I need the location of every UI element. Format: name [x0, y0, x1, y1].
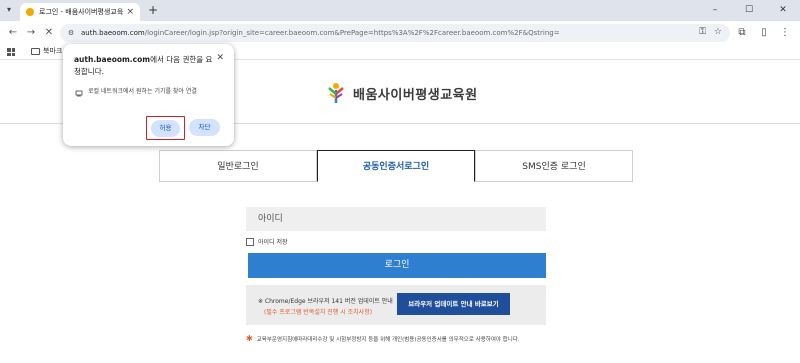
popup-description: 로컬 네트워크에서 원하는 기기를 찾아 연결 — [88, 88, 197, 95]
login-button[interactable]: 로그인 — [248, 253, 546, 278]
site-favicon-icon — [26, 8, 34, 16]
footnote-text: 교육부운영지침에따라대리수강 및 시험부정방지 등을 위해 개인(범용)공동인증… — [256, 336, 520, 343]
tab-strip: ▾ 로그인 - 배움사이버평생교육원 × + – ☐ ✕ — [0, 0, 800, 21]
tab-certificate-login[interactable]: 공동인증서로그인 — [317, 150, 475, 182]
bookmark-folder-label: 북마크 — [43, 47, 63, 55]
logo-mark-icon — [328, 83, 344, 103]
browser-tab[interactable]: 로그인 - 배움사이버평생교육원 × — [20, 3, 140, 21]
browser-toolbar: ← → ✕ ⚙ auth.baeoom.com /loginCareer/log… — [0, 21, 800, 44]
tab-search-icon[interactable]: ▾ — [3, 4, 15, 16]
bookmark-star-icon[interactable]: ☆ — [714, 27, 722, 37]
browser-update-button[interactable]: 브라우저 업데이트 안내 바로보기 — [397, 293, 510, 315]
close-window-button[interactable]: ✕ — [766, 0, 800, 21]
site-logo[interactable]: 배움사이버평생교육원 — [325, 82, 478, 104]
browser-notice-box: ※ Chrome/Edge 브라우저 141 버전 업데이트 안내 (필수 프로… — [246, 285, 546, 325]
allow-button[interactable]: 허용 — [146, 116, 185, 140]
tab-general-login[interactable]: 일반로그인 — [159, 150, 317, 182]
bookmark-folder[interactable]: 북마크 — [31, 46, 62, 56]
notice-subtext: (필수 프로그램 반복설치 진행 시 조치사항) — [264, 309, 373, 316]
popup-permission-item: 로컬 네트워크에서 원하는 기기를 찾아 연결 — [75, 87, 225, 97]
tab-sms-login[interactable]: SMS인증 로그인 — [475, 150, 633, 182]
apps-grid-icon[interactable] — [7, 48, 15, 56]
window-controls: – ☐ ✕ — [698, 0, 800, 21]
login-method-tabs: 일반로그인 공동인증서로그인 SMS인증 로그인 — [159, 150, 633, 182]
notice-text: ※ Chrome/Edge 브라우저 141 버전 업데이트 안내 — [258, 298, 393, 305]
id-input[interactable]: 아이디 — [246, 207, 546, 231]
permission-popup: auth.baeoom.com에서 다음 권한을 요청합니다. ✕ 로컬 네트워… — [63, 44, 234, 146]
new-tab-button[interactable]: + — [146, 3, 160, 17]
logo-text: 배움사이버평생교육원 — [353, 87, 478, 103]
extensions-icon[interactable]: ⧉ — [735, 26, 749, 40]
url-host: auth.baeoom.com — [81, 29, 145, 37]
save-id-label: 아이디 저장 — [258, 239, 288, 246]
block-button[interactable]: 차단 — [189, 119, 220, 136]
local-network-device-icon — [75, 90, 83, 97]
address-bar[interactable]: ⚙ auth.baeoom.com /loginCareer/login.jsp… — [60, 24, 730, 42]
password-key-icon[interactable]: ⚿ — [699, 27, 706, 37]
popup-title-host: auth.baeoom.com — [74, 55, 151, 64]
certificate-footnote: ✱ 교육부운영지침에따라대리수강 및 시험부정방지 등을 위해 개인(범용)공동… — [246, 334, 520, 343]
minimize-button[interactable]: – — [698, 0, 732, 21]
back-button[interactable]: ← — [6, 26, 20, 40]
save-id-option[interactable]: 아이디 저장 — [246, 237, 288, 246]
forward-button[interactable]: → — [24, 26, 38, 40]
tab-title: 로그인 - 배움사이버평생교육원 — [39, 8, 124, 16]
menu-icon[interactable]: ⋮ — [778, 26, 792, 40]
sidebar-icon[interactable]: ▯ — [757, 26, 771, 40]
folder-icon — [31, 47, 40, 55]
stop-loading-button[interactable]: ✕ — [42, 26, 56, 40]
site-info-icon[interactable]: ⚙ — [66, 28, 76, 38]
popup-close-icon[interactable]: ✕ — [216, 53, 224, 63]
asterisk-icon: ✱ — [246, 334, 253, 343]
save-id-checkbox[interactable] — [246, 237, 254, 246]
maximize-button[interactable]: ☐ — [732, 0, 766, 21]
popup-title: auth.baeoom.com에서 다음 권한을 요청합니다. — [74, 54, 214, 78]
allow-button-label: 허용 — [151, 119, 180, 137]
tab-close-icon[interactable]: × — [126, 7, 134, 17]
url-path: /loginCareer/login.jsp?origin_site=caree… — [144, 29, 560, 37]
